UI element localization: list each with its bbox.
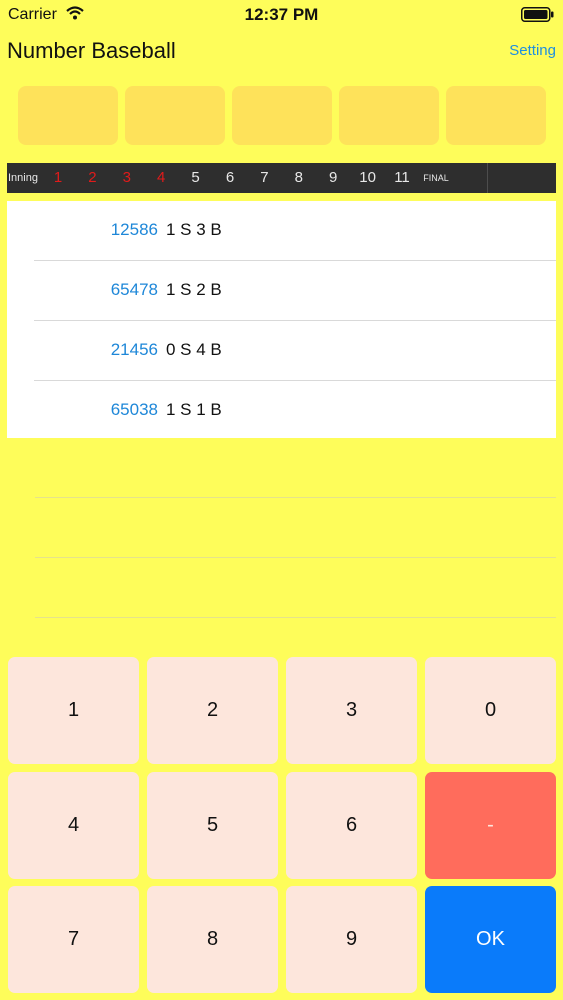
guess-result: 1 S 3 B bbox=[166, 220, 222, 239]
battery-icon bbox=[521, 7, 554, 27]
key-6[interactable]: 6 bbox=[286, 772, 417, 879]
inning-number: 3 bbox=[122, 169, 131, 186]
answer-slots bbox=[18, 86, 546, 145]
guess-number: 65038 bbox=[110, 400, 158, 419]
page-title: Number Baseball bbox=[7, 38, 176, 63]
answer-slot bbox=[339, 86, 439, 145]
empty-row-separator bbox=[35, 497, 556, 498]
answer-slot bbox=[18, 86, 118, 145]
status-time: 12:37 PM bbox=[244, 5, 319, 24]
inning-final-label: FINAL bbox=[423, 173, 449, 183]
answer-slot bbox=[232, 86, 332, 145]
inning-number: 5 bbox=[191, 169, 200, 186]
inning-number: 8 bbox=[294, 169, 303, 186]
empty-row-separator bbox=[35, 557, 556, 558]
answer-slot bbox=[446, 86, 546, 145]
inning-label: Inning bbox=[8, 172, 38, 184]
key-0[interactable]: 0 bbox=[425, 657, 556, 764]
inning-number: 1 bbox=[53, 169, 63, 186]
key-7[interactable]: 7 bbox=[8, 886, 139, 993]
ok-button[interactable]: OK bbox=[425, 886, 556, 993]
guess-number: 21456 bbox=[110, 340, 158, 359]
status-bar: Carrier 12:37 PM bbox=[0, 0, 563, 30]
key-2[interactable]: 2 bbox=[147, 657, 278, 764]
key-1[interactable]: 1 bbox=[8, 657, 139, 764]
key-8[interactable]: 8 bbox=[147, 886, 278, 993]
list-item: 65478 1 S 2 B bbox=[7, 261, 556, 321]
inning-number: 2 bbox=[88, 169, 97, 186]
setting-button[interactable]: Setting bbox=[509, 42, 556, 59]
scoreboard-divider bbox=[487, 163, 488, 193]
inning-number: 10 bbox=[359, 169, 376, 186]
inning-scoreboard: Inning 1 2 3 4 5 6 7 8 9 10 11 FINAL bbox=[7, 163, 556, 193]
key-5[interactable]: 5 bbox=[147, 772, 278, 879]
key-4[interactable]: 4 bbox=[8, 772, 139, 879]
inning-number: 4 bbox=[157, 169, 166, 186]
guess-number: 12586 bbox=[110, 220, 158, 239]
inning-number: 7 bbox=[260, 169, 269, 186]
guess-result: 1 S 2 B bbox=[166, 280, 222, 299]
guess-history-list: 12586 1 S 3 B 65478 1 S 2 B 21456 0 S 4 B 6503… bbox=[7, 201, 556, 438]
answer-slot bbox=[125, 86, 225, 145]
list-item: 65038 1 S 1 B bbox=[7, 381, 556, 441]
list-item: 21456 0 S 4 B bbox=[7, 321, 556, 381]
key-3[interactable]: 3 bbox=[286, 657, 417, 764]
inning-number: 9 bbox=[329, 169, 338, 186]
empty-row-separator bbox=[35, 617, 556, 618]
delete-button[interactable]: - bbox=[425, 772, 556, 879]
guess-number: 65478 bbox=[110, 280, 158, 299]
list-item: 12586 1 S 3 B bbox=[7, 201, 556, 261]
key-9[interactable]: 9 bbox=[286, 886, 417, 993]
inning-number: 11 bbox=[394, 169, 410, 186]
inning-number: 6 bbox=[225, 169, 235, 186]
guess-result: 1 S 1 B bbox=[166, 400, 222, 419]
guess-result: 0 S 4 B bbox=[166, 340, 222, 359]
